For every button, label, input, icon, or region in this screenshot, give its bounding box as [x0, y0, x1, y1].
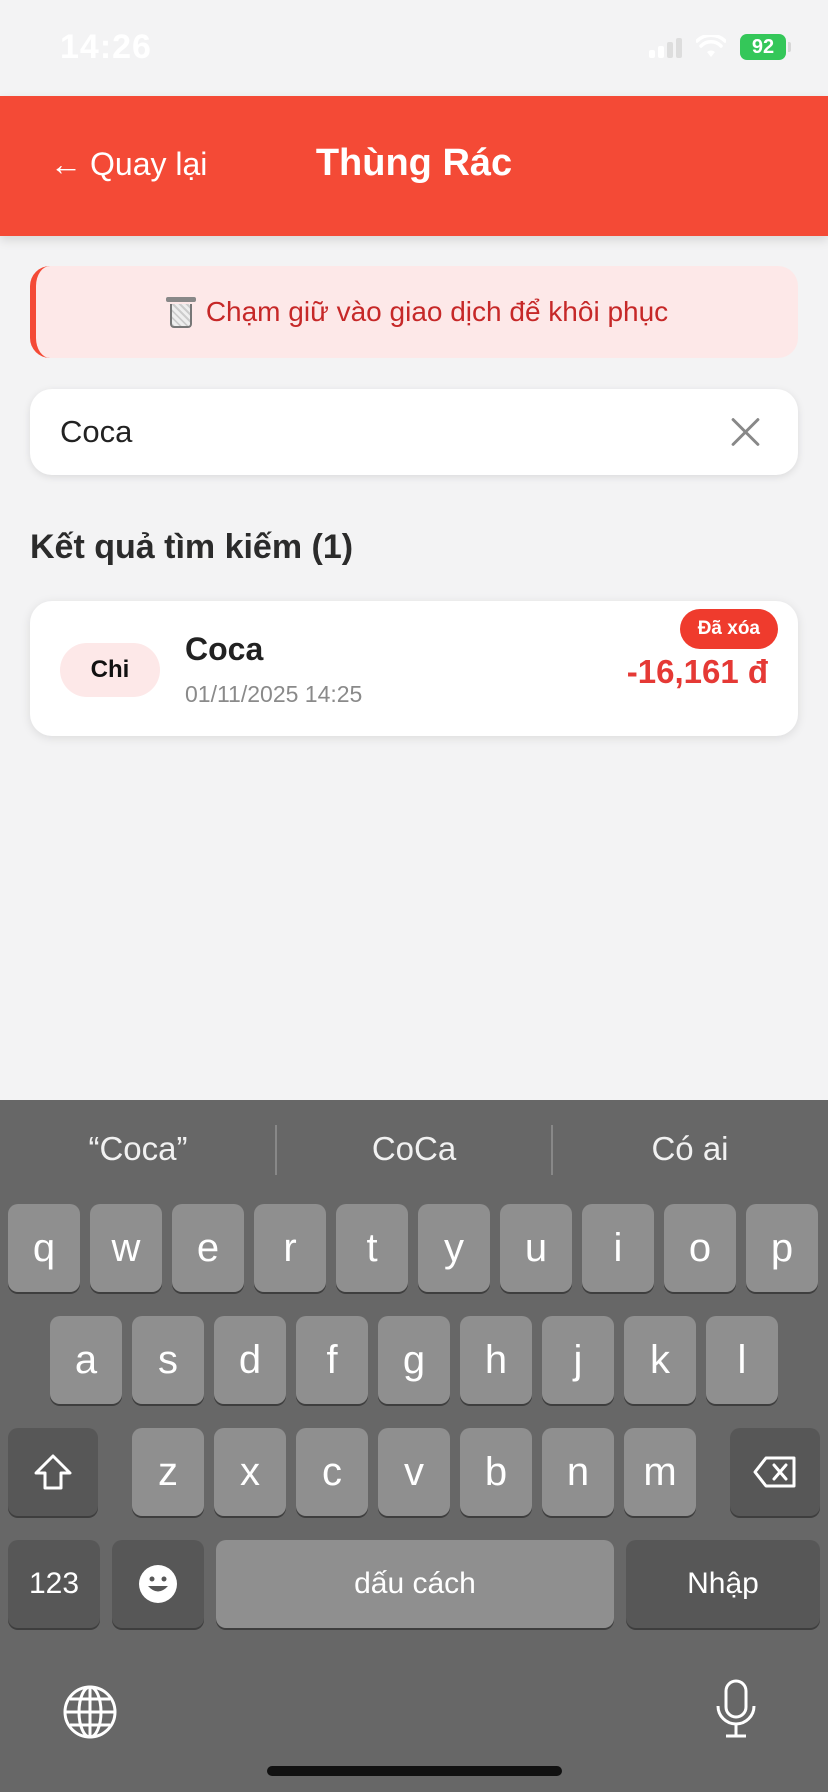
key-r[interactable]: r [254, 1204, 326, 1292]
suggestion-3[interactable]: Có ai [552, 1130, 828, 1168]
transaction-title: Coca [185, 631, 264, 667]
results-heading: Kết quả tìm kiếm (1) [30, 528, 354, 566]
suggestion-1[interactable]: “Coca” [0, 1130, 276, 1168]
key-o[interactable]: o [664, 1204, 736, 1292]
page-title: Thùng Rác [315, 142, 513, 184]
key-v[interactable]: v [378, 1428, 450, 1516]
emoji-key[interactable] [112, 1540, 204, 1628]
backspace-icon [753, 1456, 796, 1488]
space-key[interactable]: dấu cách [216, 1540, 614, 1628]
key-b[interactable]: b [460, 1428, 532, 1516]
shift-key[interactable] [8, 1428, 98, 1516]
keyboard: “Coca” CoCa Có ai q w e r t y u i o p a … [0, 1100, 828, 1792]
wifi-icon [696, 35, 726, 57]
status-bar: 14:26 92 [0, 0, 828, 96]
return-key[interactable]: Nhập [626, 1540, 820, 1628]
key-k[interactable]: k [624, 1316, 696, 1404]
key-i[interactable]: i [582, 1204, 654, 1292]
key-p[interactable]: p [746, 1204, 818, 1292]
restore-hint-banner: Chạm giữ vào giao dịch để khôi phục [30, 266, 798, 358]
status-time: 14:26 [60, 28, 152, 66]
shift-icon [34, 1454, 72, 1490]
key-a[interactable]: a [50, 1316, 122, 1404]
numbers-key[interactable]: 123 [8, 1540, 100, 1628]
key-m[interactable]: m [624, 1428, 696, 1516]
key-e[interactable]: e [172, 1204, 244, 1292]
key-g[interactable]: g [378, 1316, 450, 1404]
cellular-signal-icon [649, 36, 682, 58]
key-x[interactable]: x [214, 1428, 286, 1516]
key-f[interactable]: f [296, 1316, 368, 1404]
key-q[interactable]: q [8, 1204, 80, 1292]
hint-text: Chạm giữ vào giao dịch để khôi phục [205, 296, 669, 327]
transaction-amount: -16,161 đ [626, 653, 768, 690]
key-u[interactable]: u [500, 1204, 572, 1292]
globe-icon[interactable] [62, 1684, 118, 1740]
status-icons: 92 [649, 34, 791, 60]
key-z[interactable]: z [132, 1428, 204, 1516]
key-w[interactable]: w [90, 1204, 162, 1292]
key-j[interactable]: j [542, 1316, 614, 1404]
trash-can-icon [165, 295, 196, 329]
key-c[interactable]: c [296, 1428, 368, 1516]
deleted-status-badge: Đã xóa [679, 609, 778, 649]
transaction-type-badge: Chi [60, 643, 160, 697]
key-y[interactable]: y [418, 1204, 490, 1292]
key-s[interactable]: s [132, 1316, 204, 1404]
suggestion-2[interactable]: CoCa [276, 1130, 552, 1168]
app-header: ← Quay lại Thùng Rác [0, 96, 828, 236]
key-n[interactable]: n [542, 1428, 614, 1516]
key-t[interactable]: t [336, 1204, 408, 1292]
suggestion-bar: “Coca” CoCa Có ai [0, 1100, 828, 1200]
key-h[interactable]: h [460, 1316, 532, 1404]
microphone-icon[interactable] [714, 1678, 758, 1742]
backspace-key[interactable] [730, 1428, 820, 1516]
key-d[interactable]: d [214, 1316, 286, 1404]
emoji-icon [139, 1565, 177, 1603]
key-l[interactable]: l [706, 1316, 778, 1404]
battery-level: 92 [751, 35, 775, 58]
battery-icon: 92 [740, 34, 791, 60]
home-indicator[interactable] [267, 1766, 562, 1776]
clear-search-icon[interactable] [726, 413, 764, 451]
transaction-card[interactable]: Chi Coca 01/11/2025 14:25 Đã xóa -16,161… [30, 601, 798, 736]
search-box [30, 389, 798, 475]
transaction-datetime: 01/11/2025 14:25 [185, 681, 363, 707]
search-input[interactable] [60, 389, 700, 475]
